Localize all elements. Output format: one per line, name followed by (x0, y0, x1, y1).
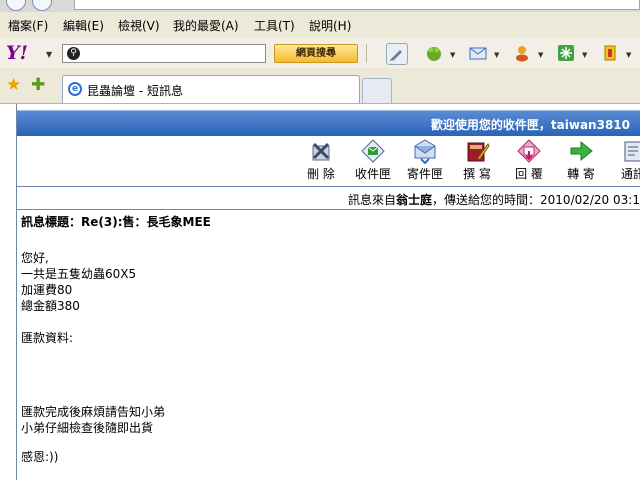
pencil-icon[interactable] (386, 43, 408, 65)
frog-icon[interactable] (424, 43, 444, 63)
menu-file[interactable]: 檔案(F) (8, 17, 48, 34)
address-bar[interactable] (74, 0, 640, 10)
forward-icon (570, 140, 593, 162)
message-line: 您好, (21, 251, 49, 265)
meta-time: ，傳送給您的時間：2010/02/20 03:12 (432, 193, 640, 207)
meta-prefix: 訊息來自 (348, 193, 397, 207)
inbox-icon (361, 139, 385, 163)
address-strip (0, 0, 640, 12)
message-line: 一共是五隻幼蟲60X5 (21, 267, 137, 281)
inbox-welcome-banner: 歡迎使用您的收件匣，taiwan3810 (17, 110, 640, 136)
message-meta: 訊息來自翁士庭，傳送給您的時間：2010/02/20 03:12 (348, 191, 640, 208)
menu-help[interactable]: 說明(H) (309, 17, 351, 34)
back-button[interactable] (6, 0, 26, 11)
frog-dropdown-icon[interactable]: ▼ (450, 51, 455, 59)
new-tab-button[interactable] (362, 78, 392, 103)
message-line: 總金額380 (21, 299, 80, 313)
mail-icon[interactable] (468, 43, 488, 63)
compose-button[interactable]: 撰 寫 (455, 138, 499, 182)
yahoo-logo[interactable]: Y! (6, 43, 28, 63)
delete-icon (312, 142, 330, 161)
outbox-button[interactable]: 寄件匣 (403, 138, 447, 182)
bookmark-icon[interactable] (600, 43, 620, 63)
menu-edit[interactable]: 編輯(E) (63, 17, 104, 34)
mail-dropdown-icon[interactable]: ▼ (494, 51, 499, 59)
bookmark-dropdown-icon[interactable]: ▼ (626, 51, 631, 59)
reply-button[interactable]: 回 覆 (507, 138, 551, 182)
menu-favorites[interactable]: 我的最愛(A) (173, 17, 239, 34)
toolbar-separator (366, 44, 367, 63)
search-icon: ⚲ (67, 47, 80, 60)
messenger-icon[interactable] (512, 43, 532, 63)
sparkle-icon[interactable] (556, 43, 576, 63)
message-line: 匯款完成後麻煩請告知小弟 (21, 405, 166, 419)
message-line: 加運費80 (21, 283, 73, 297)
yahoo-menu-dropdown-icon[interactable]: ▼ (46, 50, 52, 59)
message-line: 匯款資料: (21, 331, 74, 345)
message-subject: 訊息標題：Re(3):售：長毛象MEE (21, 215, 211, 229)
welcome-text: 歡迎使用您的收件匣，taiwan3810 (430, 118, 630, 132)
compose-icon (467, 142, 490, 162)
message-line: 小弟仔細檢查後隨即出貨 (21, 421, 154, 435)
yahoo-search-box: ⚲ (62, 44, 266, 63)
messenger-dropdown-icon[interactable]: ▼ (538, 51, 543, 59)
forward-button[interactable] (32, 0, 52, 11)
sender-name[interactable]: 翁士庭 (396, 193, 432, 207)
page-left-border (0, 104, 17, 480)
tab-bar: ★ ✚ e 昆蟲論壇 - 短訊息 (0, 68, 640, 104)
menu-view[interactable]: 檢視(V) (118, 17, 160, 34)
tab-label: 昆蟲論壇 - 短訊息 (87, 84, 183, 98)
ie-page-icon: e (68, 82, 82, 96)
add-favorites-icon[interactable]: ✚ (31, 76, 45, 94)
favorites-star-icon[interactable]: ★ (6, 76, 21, 94)
message-action-bar: 刪 除 收件匣 寄件匣 撰 寫 回 覆 轉 寄 通訊 (17, 136, 640, 187)
message-line: 感恩:)) (21, 450, 59, 464)
outbox-icon (414, 139, 436, 164)
menu-tools[interactable]: 工具(T) (254, 17, 295, 34)
reply-icon (517, 139, 541, 163)
tab-forum-message[interactable]: e 昆蟲論壇 - 短訊息 (62, 75, 360, 103)
sparkle-dropdown-icon[interactable]: ▼ (582, 51, 587, 59)
message-info-row: 訊息來自翁士庭，傳送給您的時間：2010/02/20 03:12 (17, 187, 640, 210)
forward-message-button[interactable]: 轉 寄 (559, 138, 603, 182)
delete-button[interactable]: 刪 除 (299, 138, 343, 182)
inbox-button[interactable]: 收件匣 (351, 138, 395, 182)
yahoo-search-input[interactable] (83, 46, 261, 61)
web-search-button[interactable]: 網頁搜尋 (274, 44, 358, 63)
menu-bar: 檔案(F) 編輯(E) 檢視(V) 我的最愛(A) 工具(T) 說明(H) (0, 12, 640, 39)
yahoo-toolbar: Y! ▼ ⚲ 網頁搜尋 ▼ ▼ ▼ ▼ ▼ (0, 38, 640, 69)
address-book-icon (624, 141, 640, 162)
address-book-button[interactable]: 通訊 (611, 138, 640, 182)
